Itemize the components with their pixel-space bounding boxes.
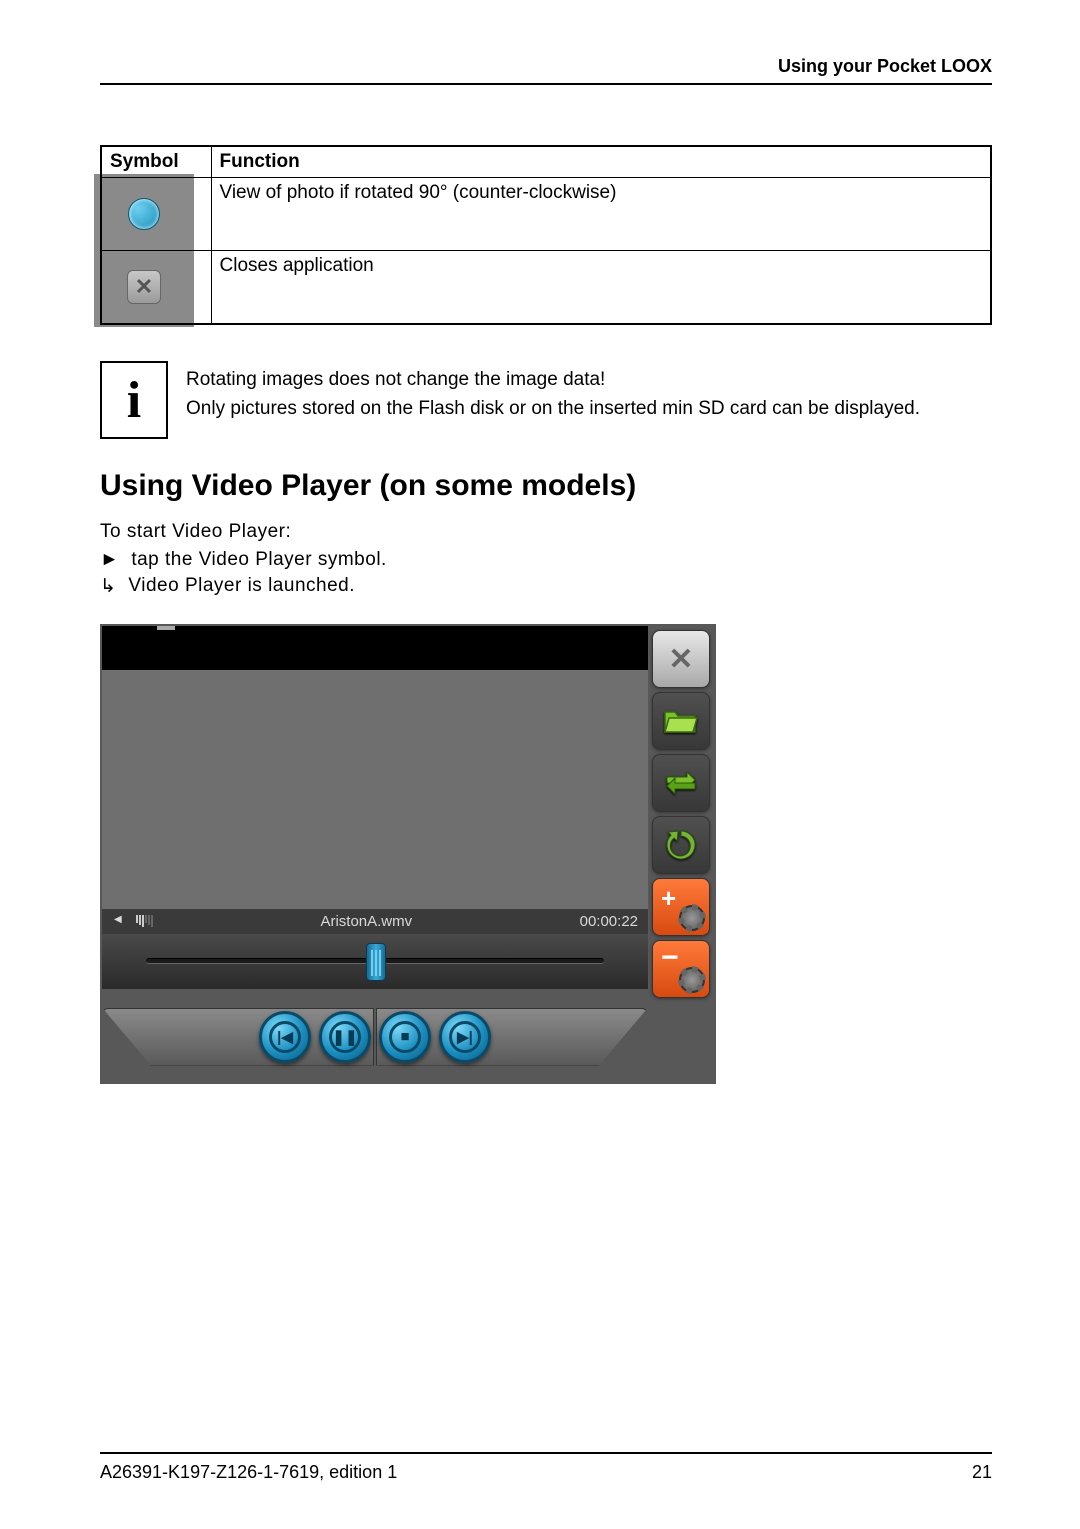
volume-level-icon: [136, 915, 153, 927]
action-step: ► tap the Video Player symbol.: [100, 549, 992, 571]
info-icon: i: [100, 361, 168, 439]
open-folder-button[interactable]: [652, 692, 710, 750]
table-row: View of photo if rotated 90° (counter-cl…: [101, 178, 991, 251]
repeat-button[interactable]: [652, 816, 710, 874]
header-title: Using your Pocket LOOX: [778, 56, 992, 77]
page-header: Using your Pocket LOOX: [100, 56, 992, 85]
prev-button[interactable]: |◀: [259, 1011, 311, 1063]
video-display-area[interactable]: [102, 626, 648, 909]
stop-button[interactable]: ■: [379, 1011, 431, 1063]
symbol-function-table: Symbol Function View of photo if rotated…: [100, 145, 992, 325]
result-marker-icon: ↳: [100, 575, 116, 598]
gear-icon: [679, 967, 705, 993]
page-footer: A26391-K197-Z126-1-7619, edition 1 21: [100, 1452, 992, 1483]
action-marker-icon: ►: [100, 549, 119, 571]
doc-id: A26391-K197-Z126-1-7619, edition 1: [100, 1462, 397, 1483]
swap-button[interactable]: [652, 754, 710, 812]
table-header-function: Function: [211, 146, 991, 178]
info-line: Rotating images does not change the imag…: [186, 365, 920, 394]
playback-controls: |◀ ❚❚ ■ ▶|: [102, 989, 648, 1084]
result-step: ↳ Video Player is launched.: [100, 575, 992, 598]
page-number: 21: [972, 1462, 992, 1483]
close-button[interactable]: ✕: [652, 630, 710, 688]
table-row: ✕ Closes application: [101, 251, 991, 325]
info-line: Only pictures stored on the Flash disk o…: [186, 394, 920, 423]
section-heading: Using Video Player (on some models): [100, 469, 992, 503]
seek-bar[interactable]: [102, 934, 648, 989]
info-note: i Rotating images does not change the im…: [100, 361, 992, 439]
volume-down-button[interactable]: −: [652, 940, 710, 998]
status-bar: AristonA.wmv 00:00:22: [102, 909, 648, 934]
video-timecode: 00:00:22: [580, 913, 638, 930]
start-text: To start Video Player:: [100, 521, 992, 543]
rotate-ccw-icon: [94, 174, 194, 254]
close-icon: ✕: [94, 247, 194, 327]
action-text: tap the Video Player symbol.: [131, 549, 387, 571]
table-cell-function: View of photo if rotated 90° (counter-cl…: [211, 178, 991, 251]
table-cell-function: Closes application: [211, 251, 991, 325]
seek-thumb-icon[interactable]: [366, 943, 386, 981]
next-button[interactable]: ▶|: [439, 1011, 491, 1063]
gear-icon: [679, 905, 705, 931]
video-player-screenshot: AristonA.wmv 00:00:22 |◀ ❚❚ ■ ▶| ✕: [100, 624, 716, 1084]
video-filename: AristonA.wmv: [161, 913, 572, 930]
side-toolbar: ✕ + −: [650, 624, 716, 1084]
result-text: Video Player is launched.: [128, 575, 355, 598]
table-header-symbol: Symbol: [101, 146, 211, 178]
pause-button[interactable]: ❚❚: [319, 1011, 371, 1063]
volume-up-button[interactable]: +: [652, 878, 710, 936]
step-list: ► tap the Video Player symbol. ↳ Video P…: [100, 549, 992, 598]
speaker-icon[interactable]: [112, 914, 126, 928]
